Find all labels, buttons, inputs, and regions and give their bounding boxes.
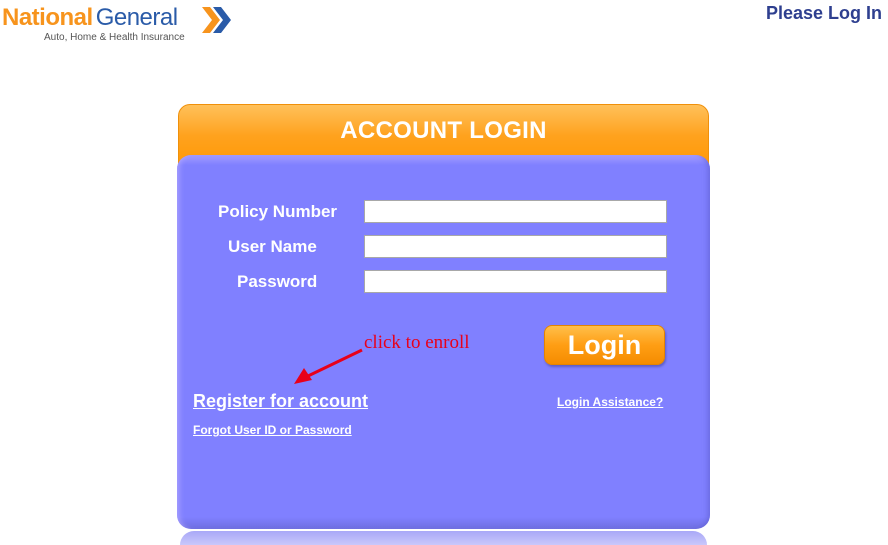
login-status-text: Please Log In xyxy=(765,3,882,23)
double-chevron-right-icon xyxy=(202,7,231,33)
register-account-link[interactable]: Register for account xyxy=(193,391,368,412)
forgot-credentials-link[interactable]: Forgot User ID or Password xyxy=(193,423,352,437)
panel-reflection xyxy=(180,531,707,545)
policy-number-label: Policy Number xyxy=(218,202,338,221)
user-name-label: User Name xyxy=(228,237,317,256)
user-name-input[interactable] xyxy=(364,235,667,258)
panel-title: ACCOUNT LOGIN xyxy=(340,117,547,144)
password-label: Password xyxy=(237,272,318,291)
login-assistance-link[interactable]: Login Assistance? xyxy=(557,395,663,409)
password-input[interactable] xyxy=(364,270,667,293)
login-button[interactable]: Login xyxy=(544,325,665,365)
click-to-enroll-annotation: click to enroll xyxy=(364,332,470,353)
national-general-logo[interactable]: National General Auto, Home & Health Insu… xyxy=(2,2,242,46)
logo-brand-general: General xyxy=(95,4,178,31)
logo-brand: National General xyxy=(2,4,178,32)
logo-brand-national: National xyxy=(2,4,93,31)
red-arrow-icon xyxy=(294,348,363,384)
policy-number-input[interactable] xyxy=(364,200,667,223)
logo-tagline: Auto, Home & Health Insurance xyxy=(44,32,185,43)
